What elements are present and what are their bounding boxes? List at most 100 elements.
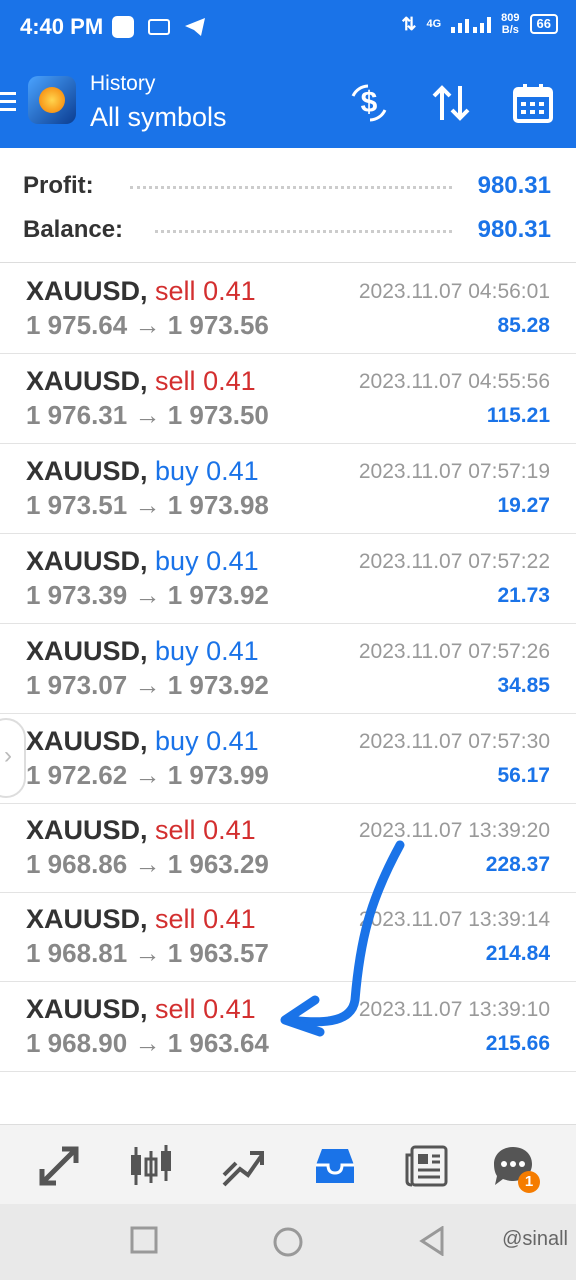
profit-row: Profit: 980.31 <box>0 164 576 204</box>
open-price: 1 973.39 <box>26 580 128 610</box>
trade-lot: 0.41 <box>206 726 259 756</box>
back-icon[interactable] <box>418 1226 446 1256</box>
trade-time: 2023.11.07 07:57:22 <box>358 550 550 573</box>
chat-button[interactable]: 1 <box>490 1143 540 1193</box>
trade-symbol: XAUUSD, <box>26 366 148 396</box>
arrow-icon: → <box>134 938 161 968</box>
deposit-dollar-icon[interactable]: $ <box>348 82 390 124</box>
trade-icon[interactable] <box>220 1143 266 1189</box>
trade-profit: 85.28 <box>497 314 550 337</box>
trade-symbol: XAUUSD, <box>26 904 148 934</box>
trade-lot: 0.41 <box>203 904 256 934</box>
status-bar: 4:40 PM ⇅ 4G 809 B/s 66 <box>0 0 576 58</box>
symbol-filter[interactable]: All symbols <box>90 102 227 133</box>
calendar-icon[interactable] <box>512 82 554 124</box>
trade-lot: 0.41 <box>203 815 256 845</box>
open-price: 1 973.07 <box>26 670 128 700</box>
recent-apps-icon[interactable] <box>130 1226 158 1254</box>
trade-side: buy <box>155 546 199 576</box>
notification-badge: 1 <box>518 1171 540 1193</box>
close-price: 1 963.57 <box>167 938 269 968</box>
news-icon[interactable] <box>404 1143 450 1189</box>
trade-side: sell <box>155 366 196 396</box>
arrow-icon: → <box>134 760 161 790</box>
chevron-right-icon: › <box>4 742 12 769</box>
trade-symbol: XAUUSD, <box>26 815 148 845</box>
trade-lot: 0.41 <box>206 546 259 576</box>
open-price: 1 968.86 <box>26 849 128 879</box>
arrow-icon: → <box>134 1028 161 1058</box>
arrow-icon: → <box>134 310 161 340</box>
trade-row[interactable]: XAUUSD, buy 0.41 1 973.39 → 1 973.92 202… <box>0 534 576 624</box>
trade-row[interactable]: XAUUSD, buy 0.41 1 973.07 → 1 973.92 202… <box>0 624 576 714</box>
page-title: History <box>90 72 156 95</box>
balance-label: Balance: <box>23 216 124 243</box>
dotted-leader <box>130 186 452 189</box>
app-bar: History All symbols $ <box>0 58 576 148</box>
side-panel-handle[interactable]: › <box>0 718 26 798</box>
trade-row[interactable]: XAUUSD, sell 0.41 1 975.64 → 1 973.56 20… <box>0 264 576 354</box>
close-price: 1 973.99 <box>167 760 269 790</box>
trade-profit: 21.73 <box>497 584 550 607</box>
menu-icon[interactable] <box>0 92 16 114</box>
chart-icon[interactable] <box>128 1143 174 1189</box>
close-price: 1 973.56 <box>167 310 269 340</box>
trade-side: sell <box>155 994 196 1024</box>
open-price: 1 968.90 <box>26 1028 128 1058</box>
trade-symbol: XAUUSD, <box>26 546 148 576</box>
trade-row[interactable]: XAUUSD, buy 0.41 1 973.51 → 1 973.98 202… <box>0 444 576 534</box>
trade-row[interactable]: XAUUSD, sell 0.41 1 968.86 → 1 963.29 20… <box>0 803 576 893</box>
arrow-icon: → <box>134 490 161 520</box>
trade-time: 2023.11.07 07:57:26 <box>358 640 550 663</box>
sort-arrows-icon[interactable] <box>430 82 472 124</box>
telegram-icon <box>185 18 205 36</box>
trade-lot: 0.41 <box>203 994 256 1024</box>
arrow-icon: → <box>134 849 161 879</box>
watermark: @sinall <box>502 1228 568 1250</box>
metatrader-logo <box>28 76 76 124</box>
trade-side: buy <box>155 456 199 486</box>
trade-time: 2023.11.07 07:57:30 <box>358 730 550 753</box>
trade-side: sell <box>155 815 196 845</box>
open-price: 1 972.62 <box>26 760 128 790</box>
close-price: 1 973.92 <box>167 670 269 700</box>
svg-text:$: $ <box>361 86 378 119</box>
open-price: 1 968.81 <box>26 938 128 968</box>
trade-time: 2023.11.07 04:55:56 <box>358 370 550 393</box>
open-price: 1 975.64 <box>26 310 128 340</box>
trade-side: sell <box>155 904 196 934</box>
trade-lot: 0.41 <box>203 276 256 306</box>
profit-value: 980.31 <box>477 172 551 199</box>
status-time: 4:40 PM <box>20 14 104 39</box>
trade-profit: 228.37 <box>485 853 550 876</box>
trade-lot: 0.41 <box>206 636 259 666</box>
close-price: 1 963.64 <box>167 1028 269 1058</box>
open-price: 1 976.31 <box>26 400 128 430</box>
network-label: 4G <box>426 18 442 30</box>
trade-row[interactable]: XAUUSD, sell 0.41 1 976.31 → 1 973.50 20… <box>0 354 576 444</box>
trade-lot: 0.41 <box>203 366 256 396</box>
trade-row[interactable]: XAUUSD, sell 0.41 1 968.90 → 1 963.64 20… <box>0 982 576 1072</box>
trade-side: buy <box>155 636 199 666</box>
close-price: 1 963.29 <box>167 849 269 879</box>
home-icon[interactable] <box>272 1226 304 1258</box>
trade-profit: 115.21 <box>486 404 550 427</box>
close-price: 1 973.98 <box>167 490 269 520</box>
trade-profit: 56.17 <box>497 764 550 787</box>
notification-app-icon <box>112 16 134 38</box>
system-navigation-bar: @sinall <box>0 1204 576 1280</box>
trade-row[interactable]: XAUUSD, sell 0.41 1 968.81 → 1 963.57 20… <box>0 892 576 982</box>
trade-symbol: XAUUSD, <box>26 276 148 306</box>
arrow-icon: → <box>134 580 161 610</box>
close-price: 1 973.92 <box>167 580 269 610</box>
trade-profit: 34.85 <box>497 674 550 697</box>
history-icon[interactable] <box>312 1143 358 1189</box>
profit-label: Profit: <box>23 172 94 199</box>
trade-time: 2023.11.07 13:39:14 <box>358 908 550 931</box>
balance-value: 980.31 <box>477 216 551 243</box>
trade-lot: 0.41 <box>206 456 259 486</box>
trade-row[interactable]: XAUUSD, buy 0.41 1 972.62 → 1 973.99 202… <box>0 714 576 804</box>
quotes-icon[interactable] <box>36 1143 82 1189</box>
close-price: 1 973.50 <box>167 400 269 430</box>
trade-side: sell <box>155 276 196 306</box>
